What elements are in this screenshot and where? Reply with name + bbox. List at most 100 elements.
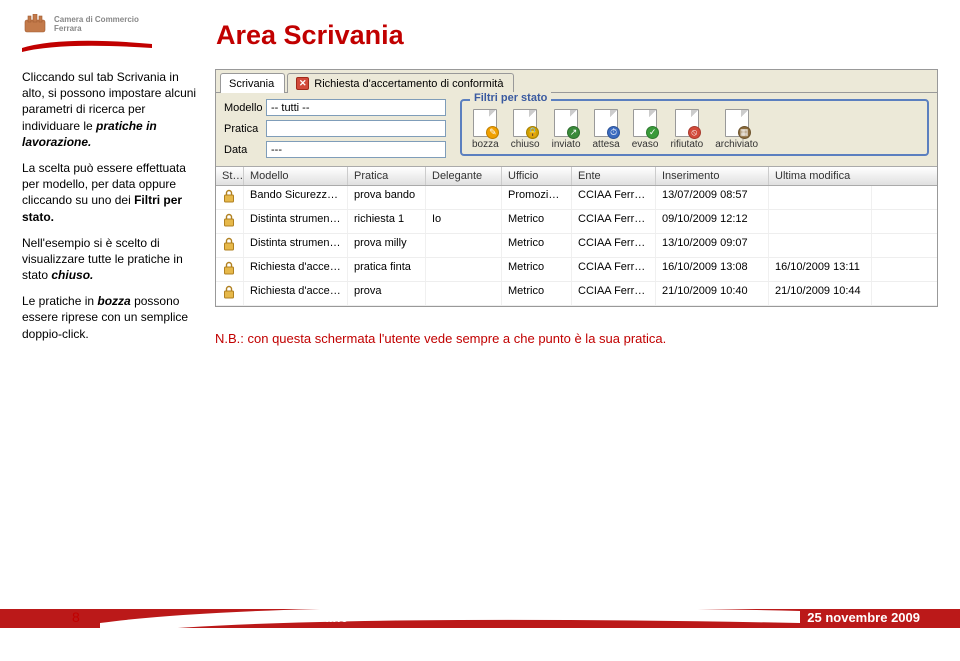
cell-modello: Richiesta d'accert…: [244, 258, 348, 281]
page-number: 8: [72, 609, 80, 625]
cell-ufficio: Metrico: [502, 282, 572, 305]
cell-ufficio: Metrico: [502, 234, 572, 257]
table-row[interactable]: Richiesta d'accert…pratica finta MetricoC…: [216, 258, 937, 282]
org-name: Camera di Commercio Ferrara: [54, 16, 139, 34]
lock-icon: [222, 189, 236, 203]
document-icon: ▦: [725, 109, 749, 137]
cell-delegante: [426, 258, 502, 281]
cell-ultima: [769, 186, 872, 209]
col-modello[interactable]: Modello: [244, 167, 348, 185]
stato-label: inviato: [552, 139, 581, 150]
cell-ente: CCIAA Ferrara: [572, 186, 656, 209]
col-pratica[interactable]: Pratica: [348, 167, 426, 185]
cell-pratica: richiesta 1: [348, 210, 426, 233]
stato-inviato[interactable]: ↗inviato: [552, 109, 581, 150]
table-row[interactable]: Distinta strumenti…richiesta 1IoMetricoC…: [216, 210, 937, 234]
col-inserimento[interactable]: Inserimento: [656, 167, 769, 185]
document-icon: ✓: [633, 109, 657, 137]
tab-label: Richiesta d'accertamento di conformità: [314, 78, 503, 90]
tab-richiesta[interactable]: ✕ Richiesta d'accertamento di conformità: [287, 73, 514, 93]
stato-label: chiuso: [511, 139, 540, 150]
cell-ente: CCIAA Ferrara: [572, 234, 656, 257]
cell-pratica: pratica finta: [348, 258, 426, 281]
document-icon: ✎: [473, 109, 497, 137]
data-label: Data: [224, 144, 266, 156]
cell-ente: CCIAA Ferrara: [572, 282, 656, 305]
cell-ufficio: Promozione: [502, 186, 572, 209]
table-row[interactable]: Bando Sicurezza …prova bando PromozioneCC…: [216, 186, 937, 210]
cell-delegante: [426, 186, 502, 209]
logo-block: Camera di Commercio Ferrara: [22, 14, 172, 48]
modello-label: Modello: [224, 102, 266, 114]
table-row[interactable]: Distinta strumenti…prova milly MetricoCCI…: [216, 234, 937, 258]
stato-label: evaso: [632, 139, 659, 150]
cell-pratica: prova: [348, 282, 426, 305]
tab-scrivania[interactable]: Scrivania: [220, 73, 285, 93]
cell-ufficio: Metrico: [502, 210, 572, 233]
cell-ufficio: Metrico: [502, 258, 572, 281]
stato-label: attesa: [593, 139, 620, 150]
cell-delegante: [426, 234, 502, 257]
filter-fields: Modello -- tutti -- Pratica Data ---: [224, 99, 446, 158]
cell-modello: Richiesta d'accert…: [244, 282, 348, 305]
cell-delegante: Io: [426, 210, 502, 233]
instruction-text: Cliccando sul tab Scrivania in alto, si …: [22, 69, 197, 352]
footer-title: Modulistica on-line: [230, 610, 348, 625]
page-title: Area Scrivania: [216, 20, 404, 51]
stato-label: archiviato: [715, 139, 758, 150]
stato-chiuso[interactable]: 🔒chiuso: [511, 109, 540, 150]
stato-label: rifiutato: [670, 139, 703, 150]
tab-label: Scrivania: [229, 78, 274, 90]
pratica-label: Pratica: [224, 123, 266, 135]
cell-modello: Bando Sicurezza …: [244, 186, 348, 209]
col-ufficio[interactable]: Ufficio: [502, 167, 572, 185]
close-icon[interactable]: ✕: [296, 77, 309, 90]
pratiche-table: St… Modello Pratica Delegante Ufficio En…: [216, 167, 937, 306]
modello-select[interactable]: -- tutti --: [266, 99, 446, 116]
stato-label: bozza: [472, 139, 499, 150]
lock-icon: [222, 285, 236, 299]
para-3a: Nell'esempio si è scelto di visualizzare…: [22, 236, 183, 282]
footer-date: 25 novembre 2009: [807, 610, 920, 625]
cell-inserimento: 16/10/2009 13:08: [656, 258, 769, 281]
pratica-input[interactable]: [266, 120, 446, 137]
document-icon: ⦸: [675, 109, 699, 137]
cell-ente: CCIAA Ferrara: [572, 258, 656, 281]
cell-pratica: prova bando: [348, 186, 426, 209]
cell-ultima: [769, 210, 872, 233]
cell-modello: Distinta strumenti…: [244, 210, 348, 233]
swoosh-icon: [22, 38, 152, 48]
cell-delegante: [426, 282, 502, 305]
footer: 8 Modulistica on-line 25 novembre 2009: [0, 597, 960, 645]
stato-evaso[interactable]: ✓ evaso: [632, 109, 659, 150]
col-ultima[interactable]: Ultima modifica: [769, 167, 872, 185]
table-row[interactable]: Richiesta d'accert…prova MetricoCCIAA Fer…: [216, 282, 937, 306]
cell-inserimento: 13/07/2009 08:57: [656, 186, 769, 209]
cell-inserimento: 13/10/2009 09:07: [656, 234, 769, 257]
col-st[interactable]: St…: [216, 167, 244, 185]
cell-inserimento: 21/10/2009 10:40: [656, 282, 769, 305]
cell-modello: Distinta strumenti…: [244, 234, 348, 257]
cell-ente: CCIAA Ferrara: [572, 210, 656, 233]
col-delegante[interactable]: Delegante: [426, 167, 502, 185]
stato-rifiutato[interactable]: ⦸ rifiutato: [670, 109, 703, 150]
stato-bozza[interactable]: ✎ bozza: [472, 109, 499, 150]
coat-of-arms-icon: [22, 14, 48, 36]
stato-archiviato[interactable]: ▦ archiviato: [715, 109, 758, 150]
lock-icon: [222, 261, 236, 275]
cell-ultima: 21/10/2009 10:44: [769, 282, 872, 305]
footer-swoosh-icon: [100, 597, 800, 635]
stato-attesa[interactable]: ⏱ attesa: [593, 109, 620, 150]
cell-ultima: [769, 234, 872, 257]
document-icon: ⏱: [594, 109, 618, 137]
para-4b: bozza: [97, 294, 130, 308]
col-ente[interactable]: Ente: [572, 167, 656, 185]
tab-bar: Scrivania ✕ Richiesta d'accertamento di …: [216, 70, 937, 93]
stato-title: Filtri per stato: [470, 92, 551, 104]
para-3b: chiuso.: [51, 268, 93, 282]
lock-icon: [222, 237, 236, 251]
app-window: Scrivania ✕ Richiesta d'accertamento di …: [215, 69, 938, 307]
data-select[interactable]: ---: [266, 141, 446, 158]
cell-pratica: prova milly: [348, 234, 426, 257]
nb-text: N.B.: con questa schermata l'utente vede…: [215, 331, 938, 346]
